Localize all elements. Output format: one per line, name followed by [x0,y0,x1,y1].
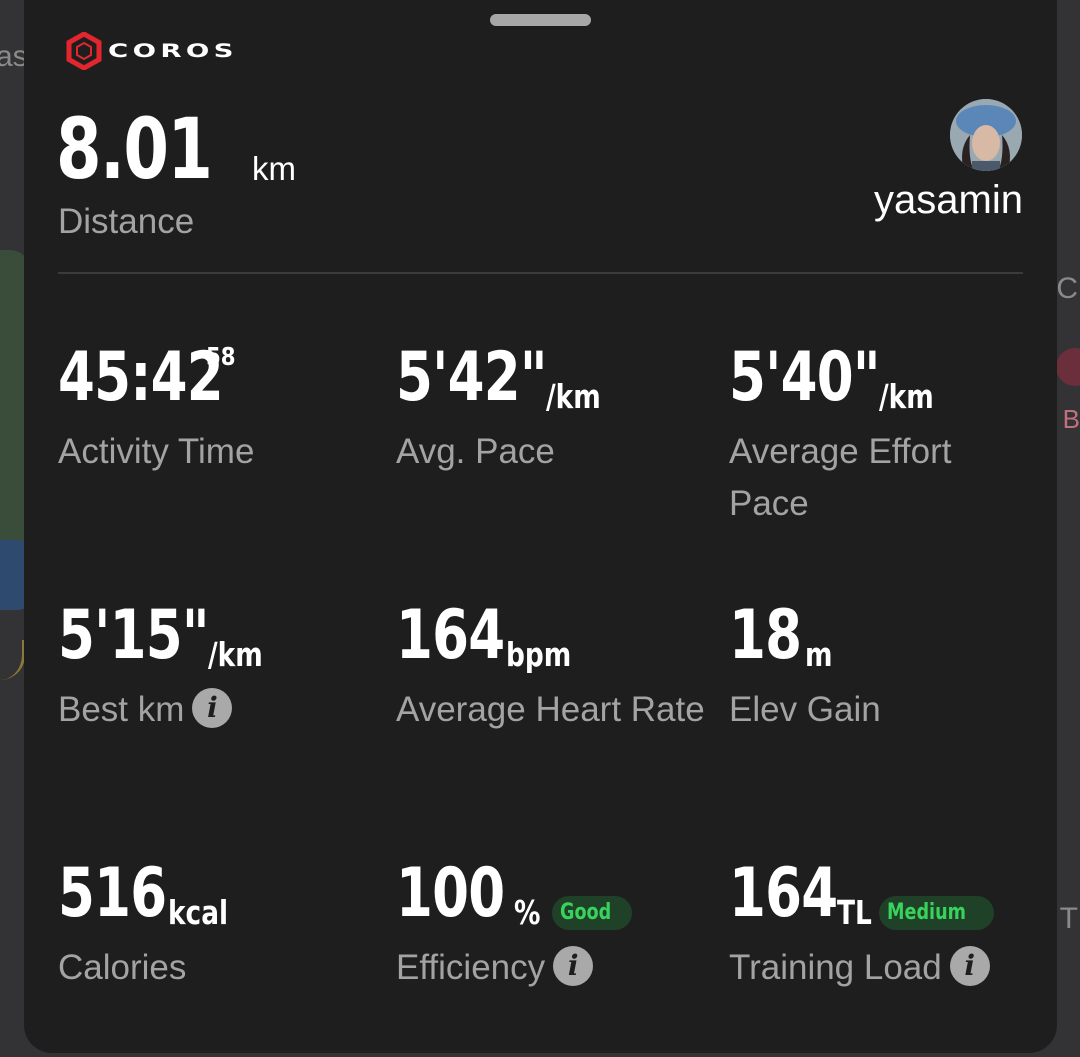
drag-handle[interactable] [490,14,591,26]
map-label: T [1059,902,1078,935]
distance-value: 8.01 [56,100,213,198]
info-icon[interactable]: i [949,945,990,986]
metric-value: 164 [729,854,838,933]
metric-avg-heart-rate: 164 bpm Average Heart Rate [396,596,716,736]
metric-elev-gain: 18 m Elev Gain [729,596,1049,736]
metric-avg-pace: 5'42" /km Avg. Pace [396,338,716,478]
divider [58,272,1023,274]
avatar[interactable] [950,99,1022,171]
metric-value: 5'15" [58,596,209,675]
metric-label: Calories [58,948,187,987]
metric-training-load: 164 TL Medium Training Load i [729,854,1039,994]
metric-unit: m [805,635,833,674]
username: yasamin [874,178,1023,222]
metric-seconds: 58 [206,342,236,371]
metric-unit: TL [837,893,872,932]
metric-label-row: Efficiency i [396,942,716,994]
metric-unit: % [514,893,541,932]
metric-label-row: Training Load i [729,942,1039,994]
metric-label: Avg. Pace [396,432,555,471]
metric-value: 45:42 [58,338,224,417]
map-label: C [1056,272,1078,305]
metric-label: Average Heart Rate [396,690,705,729]
status-badge-label: Medium [887,900,966,925]
status-badge-label: Good [560,900,612,925]
metric-value: 100 [396,854,505,933]
brand-name: COROS [108,40,238,62]
info-icon[interactable]: i [553,945,594,986]
metric-efficiency: 100 % Good Efficiency i [396,854,716,994]
metric-value: 18 [729,596,802,675]
status-badge: Good [552,896,633,930]
metric-value: 516 [58,854,167,933]
distance-unit: km [252,150,296,187]
metric-value: 164 [396,596,505,675]
metric-unit: kcal [168,893,229,932]
coros-hexagon-icon [66,32,102,70]
distance-block: 8.01 km [56,100,296,198]
coros-logo: COROS [66,32,234,70]
map-road [0,640,25,680]
metric-value: 5'40" [729,338,880,417]
metric-avg-effort-pace: 5'40" /km Average Effort Pace [729,338,1029,530]
status-badge: Medium [879,896,994,930]
map-pin-icon[interactable] [1056,348,1080,386]
metric-label: Average Effort Pace [729,432,952,523]
metric-label: Efficiency [396,948,546,987]
metric-label: Activity Time [58,432,255,471]
metric-label-row: Best km i [58,684,378,736]
map-label: B [1062,404,1080,434]
metric-best-km: 5'15" /km Best km i [58,596,378,736]
metric-value: 5'42" [396,338,547,417]
activity-summary-sheet: COROS 8.01 km Distance yasamin 45:42 58 … [24,0,1057,1053]
metric-unit: bpm [506,635,572,674]
metric-activity-time: 45:42 58 Activity Time [58,338,378,478]
avatar-image [950,99,1022,171]
metric-label: Best km [58,690,185,729]
info-icon[interactable]: i [192,687,233,728]
metric-unit: /km [546,377,601,416]
metric-unit: /km [879,377,934,416]
metric-label: Training Load [729,948,942,987]
metric-label: Elev Gain [729,690,881,729]
distance-label: Distance [58,202,195,241]
metric-calories: 516 kcal Calories [58,854,378,994]
metric-unit: /km [208,635,263,674]
